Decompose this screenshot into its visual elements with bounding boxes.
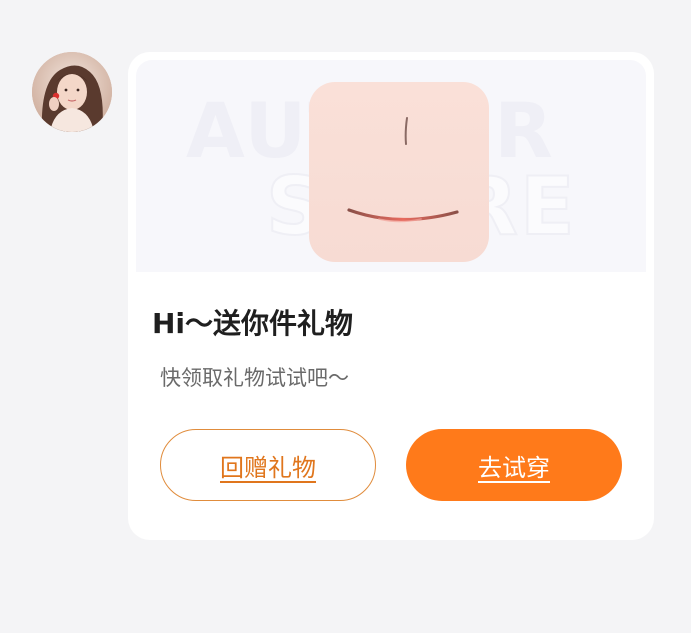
sender-avatar[interactable] — [32, 52, 112, 132]
gift-title: Hi～送你件礼物 — [152, 307, 354, 340]
gift-back-button[interactable]: 回赠礼物 — [160, 429, 376, 501]
gift-message-card: AUTHOR SCORE — [128, 52, 654, 540]
try-on-button[interactable]: 去试穿 — [406, 429, 622, 501]
gift-banner: AUTHOR SCORE — [136, 60, 646, 272]
smiling-face-icon — [309, 82, 489, 262]
gift-subtitle: 快领取礼物试试吧～ — [160, 366, 349, 390]
gift-image[interactable] — [309, 82, 489, 262]
user-avatar-photo-icon — [32, 52, 112, 132]
